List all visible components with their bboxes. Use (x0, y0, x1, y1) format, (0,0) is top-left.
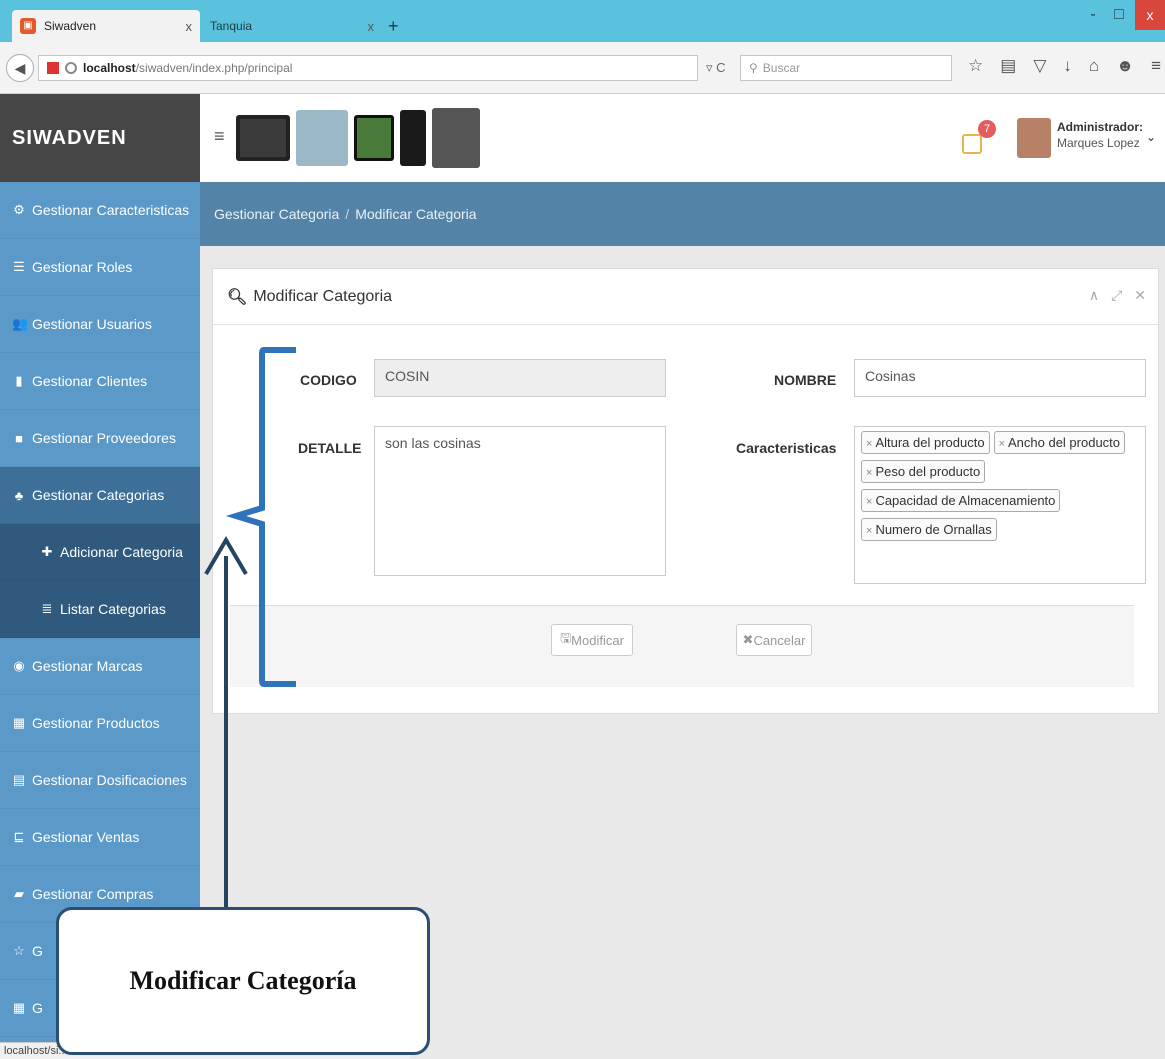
callout-text: Modificar Categoría (129, 966, 357, 995)
annotation-bracket (225, 347, 296, 687)
annotation-overlay (204, 347, 296, 912)
annotation-callout: Modificar Categoría (56, 907, 430, 1055)
